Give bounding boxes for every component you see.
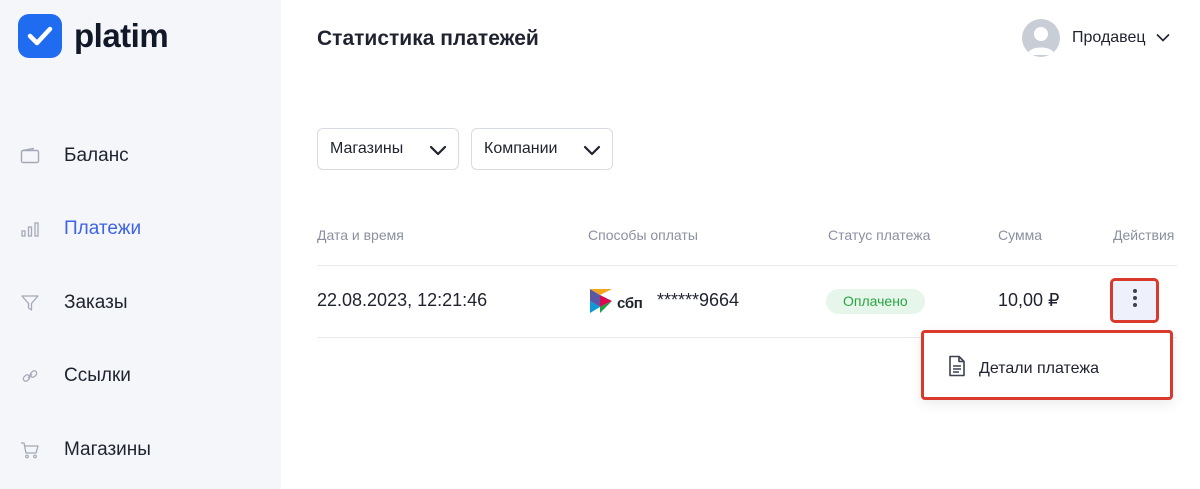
filter-label: Компании bbox=[484, 140, 558, 157]
sbp-brand-text: сбп bbox=[617, 295, 643, 312]
sidebar-item-shops[interactable]: Магазины bbox=[0, 430, 281, 470]
row-actions-button[interactable] bbox=[1110, 278, 1159, 323]
column-header-status: Статус платежа bbox=[828, 227, 931, 243]
user-name: Продавец bbox=[1072, 29, 1146, 46]
logo-check-icon bbox=[18, 14, 62, 58]
sidebar: platim Баланс Платежи Заказы Ссылки Мага… bbox=[0, 0, 281, 489]
menu-item-payment-details[interactable]: Детали платежа bbox=[948, 355, 1099, 382]
shops-filter-dropdown[interactable]: Магазины bbox=[317, 128, 459, 170]
menu-item-label: Детали платежа bbox=[979, 359, 1099, 377]
logo-text: platim bbox=[74, 17, 169, 54]
bar-chart-icon bbox=[19, 219, 41, 239]
filter-label: Магазины bbox=[330, 140, 404, 157]
logo[interactable]: platim bbox=[18, 14, 169, 58]
wallet-icon bbox=[19, 146, 41, 166]
user-menu[interactable]: Продавец bbox=[1022, 19, 1170, 57]
sidebar-item-balance[interactable]: Баланс bbox=[0, 136, 281, 176]
page-title: Статистика платежей bbox=[317, 27, 539, 50]
chevron-down-icon bbox=[1155, 29, 1170, 47]
status-badge: Оплачено bbox=[826, 289, 925, 314]
payment-datetime: 22.08.2023, 12:21:46 bbox=[317, 290, 488, 310]
sidebar-item-label: Ссылки bbox=[64, 365, 131, 386]
sidebar-item-label: Магазины bbox=[64, 439, 151, 460]
user-avatar-icon bbox=[1022, 19, 1060, 57]
chevron-down-icon bbox=[428, 140, 448, 165]
column-header-payment-method: Способы оплаты bbox=[588, 227, 698, 243]
sidebar-item-label: Платежи bbox=[64, 218, 142, 239]
link-icon bbox=[19, 366, 41, 386]
sbp-logo-icon bbox=[588, 287, 614, 320]
companies-filter-dropdown[interactable]: Компании bbox=[471, 128, 613, 170]
sidebar-item-orders[interactable]: Заказы bbox=[0, 283, 281, 323]
document-icon bbox=[948, 355, 966, 382]
filter-icon bbox=[19, 293, 41, 313]
sidebar-item-label: Заказы bbox=[64, 292, 128, 313]
column-header-actions: Действия bbox=[1113, 227, 1175, 243]
table-divider bbox=[317, 265, 1177, 266]
chevron-down-icon bbox=[582, 140, 602, 165]
payment-method: сбп bbox=[588, 287, 643, 320]
row-actions-menu: Детали платежа bbox=[921, 330, 1173, 400]
sidebar-item-label: Баланс bbox=[64, 145, 129, 166]
sidebar-item-links[interactable]: Ссылки bbox=[0, 356, 281, 396]
cart-icon bbox=[19, 440, 41, 460]
payment-amount: 10,00 ₽ bbox=[998, 290, 1060, 310]
masked-account-number: ******9664 bbox=[657, 290, 740, 310]
sidebar-item-payments[interactable]: Платежи bbox=[0, 209, 281, 249]
column-header-datetime: Дата и время bbox=[317, 227, 404, 243]
more-vertical-icon bbox=[1132, 288, 1138, 313]
column-header-amount: Сумма bbox=[998, 227, 1042, 243]
